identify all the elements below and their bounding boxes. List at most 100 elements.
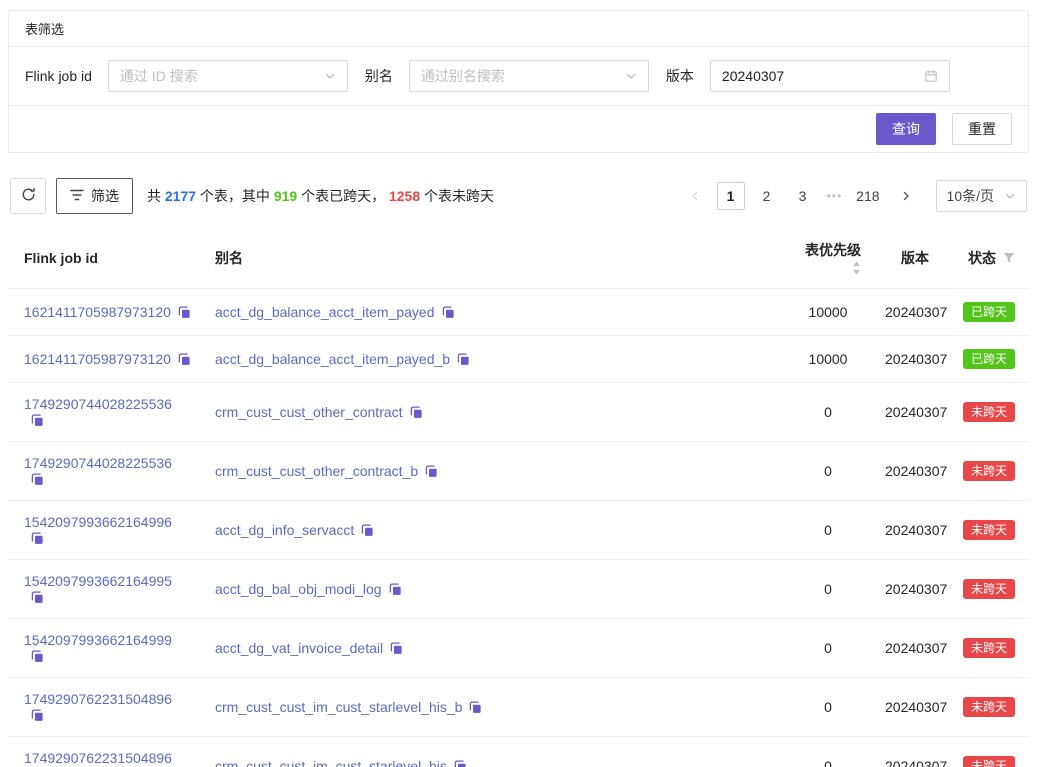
copy-icon[interactable] xyxy=(361,524,374,537)
filter-lines-icon xyxy=(70,188,84,204)
alias-link[interactable]: acct_dg_balance_acct_item_payed_b xyxy=(215,351,450,367)
flink-job-id-placeholder: 通过 ID 搜索 xyxy=(120,66,198,86)
copy-icon[interactable] xyxy=(425,465,438,478)
status-header-label: 状态 xyxy=(968,250,996,266)
filter-card-header: 表筛选 xyxy=(9,11,1028,47)
table-row: 1749290744028225536 crm_cust_cust_other_c… xyxy=(8,442,1029,501)
version-cell: 20240307 xyxy=(873,501,941,560)
priority-cell: 0 xyxy=(783,560,873,619)
filter-toggle-button[interactable]: 筛选 xyxy=(56,178,133,214)
flink-job-id-select[interactable]: 通过 ID 搜索 xyxy=(108,60,348,92)
flink-job-id-link[interactable]: 1542097993662164999 xyxy=(24,632,172,648)
flink-job-id-link[interactable]: 1621411705987973120 xyxy=(24,304,171,320)
page-size-select[interactable]: 10条/页 xyxy=(936,180,1027,212)
flink-job-id-link[interactable]: 1749290762231504896 xyxy=(24,691,172,707)
flink-job-id-link[interactable]: 1621411705987973120 xyxy=(24,351,171,367)
query-button[interactable]: 查询 xyxy=(876,113,936,145)
copy-icon[interactable] xyxy=(31,709,44,722)
copy-icon[interactable] xyxy=(178,306,191,319)
summary-part: 个表未跨天 xyxy=(420,188,494,204)
chevron-down-icon xyxy=(1004,190,1016,202)
version-date-input[interactable]: 20240307 xyxy=(710,60,950,92)
status-badge: 未跨天 xyxy=(963,579,1015,599)
copy-icon[interactable] xyxy=(31,650,44,663)
status-badge: 已跨天 xyxy=(963,302,1015,322)
alias-select[interactable]: 通过别名搜索 xyxy=(409,60,649,92)
alias-link[interactable]: crm_cust_cust_other_contract_b xyxy=(215,463,418,479)
priority-cell: 0 xyxy=(783,383,873,442)
flink-job-id-field: Flink job id 通过 ID 搜索 xyxy=(25,60,348,92)
version-cell: 20240307 xyxy=(873,383,941,442)
page-button-2[interactable]: 2 xyxy=(753,182,781,210)
alias-placeholder: 通过别名搜索 xyxy=(421,66,505,86)
flink-job-id-link[interactable]: 1749290744028225536 xyxy=(24,455,172,471)
filter-actions: 查询 重置 xyxy=(9,106,1028,152)
table-body: 1621411705987973120 acct_dg_balance_acct_… xyxy=(8,289,1029,767)
reset-button[interactable]: 重置 xyxy=(952,113,1012,145)
alias-link[interactable]: crm_cust_cust_im_cust_starlevel_his_b xyxy=(215,699,462,715)
table-row: 1542097993662164996 acct_dg_info_servacct… xyxy=(8,501,1029,560)
table-row: 1542097993662164995 acct_dg_bal_obj_modi_… xyxy=(8,560,1029,619)
flink-job-id-link[interactable]: 1542097993662164995 xyxy=(24,573,172,589)
flink-job-id-link[interactable]: 1542097993662164996 xyxy=(24,514,172,530)
page: 表筛选 Flink job id 通过 ID 搜索 别名 通过别名搜索 xyxy=(0,0,1037,767)
version-input-value: 20240307 xyxy=(722,68,784,84)
table-row: 1749290762231504896 crm_cust_cust_im_cust… xyxy=(8,678,1029,737)
status-badge: 已跨天 xyxy=(963,349,1015,369)
copy-icon[interactable] xyxy=(457,353,470,366)
table-row: 1749290762231504896 crm_cust_cust_im_cust… xyxy=(8,737,1029,767)
pagination: 123 ••• 218 10条/页 xyxy=(681,180,1027,212)
status-badge: 未跨天 xyxy=(963,697,1015,717)
priority-cell: 0 xyxy=(783,737,873,767)
copy-icon[interactable] xyxy=(31,473,44,486)
version-cell: 20240307 xyxy=(873,737,941,767)
pagination-ellipsis: ••• xyxy=(825,189,845,203)
alias-link[interactable]: acct_dg_info_servacct xyxy=(215,522,354,538)
column-header-status: 状态 xyxy=(941,228,1029,289)
alias-link[interactable]: crm_cust_cust_other_contract xyxy=(215,404,403,420)
filter-row: Flink job id 通过 ID 搜索 别名 通过别名搜索 xyxy=(9,47,1028,106)
refresh-icon xyxy=(21,187,36,205)
table-header-row: Flink job id 别名 表优先级 版本 状态 xyxy=(8,228,1029,289)
table-row: 1621411705987973120 acct_dg_balance_acct_… xyxy=(8,336,1029,383)
page-button-218[interactable]: 218 xyxy=(852,182,883,210)
alias-link[interactable]: acct_dg_bal_obj_modi_log xyxy=(215,581,382,597)
priority-cell: 10000 xyxy=(783,289,873,336)
toolbar: 筛选 共 2177 个表，其中 919 个表已跨天， 1258 个表未跨天 12… xyxy=(8,178,1029,214)
alias-link[interactable]: acct_dg_vat_invoice_detail xyxy=(215,640,383,656)
next-page-button[interactable] xyxy=(892,182,920,210)
table-row: 1621411705987973120 acct_dg_balance_acct_… xyxy=(8,289,1029,336)
status-badge: 未跨天 xyxy=(963,402,1015,422)
copy-icon[interactable] xyxy=(31,414,44,427)
alias-link[interactable]: acct_dg_balance_acct_item_payed xyxy=(215,304,435,320)
alias-link[interactable]: crm_cust_cust_im_cust_starlevel_his xyxy=(215,758,447,767)
summary-part: 个表已跨天， xyxy=(297,188,389,204)
summary-text: 共 2177 个表，其中 919 个表已跨天， 1258 个表未跨天 xyxy=(147,186,494,206)
filter-funnel-icon[interactable] xyxy=(1003,252,1015,264)
prev-page-button[interactable] xyxy=(681,182,709,210)
refresh-button[interactable] xyxy=(10,178,46,214)
copy-icon[interactable] xyxy=(410,406,423,419)
copy-icon[interactable] xyxy=(389,583,402,596)
copy-icon[interactable] xyxy=(390,642,403,655)
copy-icon[interactable] xyxy=(442,306,455,319)
data-table: Flink job id 别名 表优先级 版本 状态 1621411705987… xyxy=(8,228,1029,767)
column-header-alias: 别名 xyxy=(203,228,783,289)
copy-icon[interactable] xyxy=(454,760,467,767)
status-badge: 未跨天 xyxy=(963,638,1015,658)
priority-header-label: 表优先级 xyxy=(805,242,861,258)
sort-icon[interactable] xyxy=(852,261,861,275)
version-cell: 20240307 xyxy=(873,442,941,501)
summary-part: 共 xyxy=(147,188,165,204)
page-button-1[interactable]: 1 xyxy=(717,182,745,210)
total-count: 2177 xyxy=(165,188,196,204)
status-badge: 未跨天 xyxy=(963,461,1015,481)
flink-job-id-link[interactable]: 1749290762231504896 xyxy=(24,750,172,766)
flink-job-id-link[interactable]: 1749290744028225536 xyxy=(24,396,172,412)
copy-icon[interactable] xyxy=(31,591,44,604)
copy-icon[interactable] xyxy=(469,701,482,714)
copy-icon[interactable] xyxy=(178,353,191,366)
copy-icon[interactable] xyxy=(31,532,44,545)
filter-card: 表筛选 Flink job id 通过 ID 搜索 别名 通过别名搜索 xyxy=(8,10,1029,153)
page-button-3[interactable]: 3 xyxy=(789,182,817,210)
